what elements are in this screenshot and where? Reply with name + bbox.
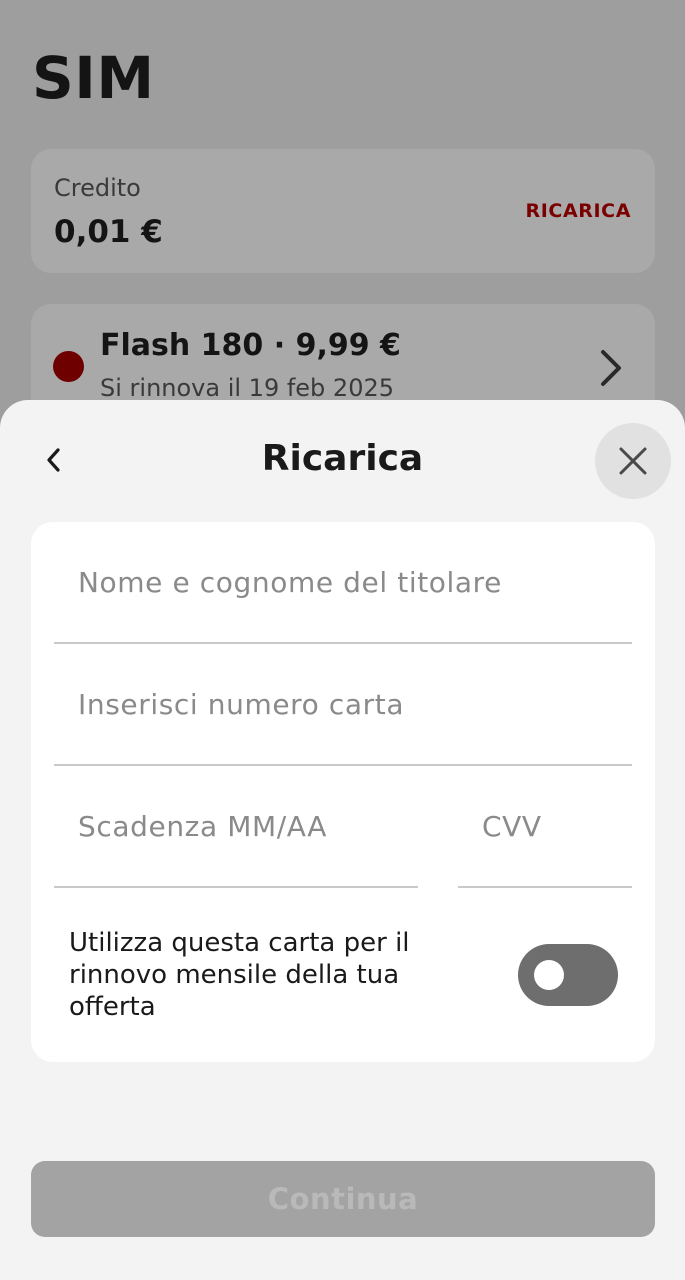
cvv-field	[458, 766, 632, 888]
close-button[interactable]	[595, 423, 671, 499]
recharge-link[interactable]: RICARICA	[526, 200, 632, 222]
recharge-sheet: Ricarica Utilizza questa carta per il ri…	[0, 400, 685, 1280]
credit-label: Credito	[54, 174, 141, 202]
plan-status-dot	[53, 351, 84, 382]
card-number-field	[54, 644, 632, 766]
holder-name-input[interactable]	[54, 522, 632, 642]
page-title: SIM	[32, 44, 155, 112]
plan-renewal-date: Si rinnova il 19 feb 2025	[100, 374, 394, 402]
save-card-label: Utilizza questa carta per il rinnovo men…	[69, 928, 410, 1022]
save-card-toggle[interactable]	[518, 944, 618, 1006]
plan-name: Flash 180 · 9,99 €	[100, 328, 401, 363]
holder-name-field	[54, 522, 632, 644]
expiry-input[interactable]	[54, 766, 418, 886]
close-icon	[619, 447, 647, 475]
toggle-knob	[534, 960, 564, 990]
card-number-input[interactable]	[54, 644, 632, 764]
continue-button[interactable]: Continua	[31, 1161, 655, 1237]
sheet-title: Ricarica	[261, 438, 424, 479]
chevron-right-icon	[601, 350, 621, 386]
expiry-field	[54, 766, 418, 888]
credit-value: 0,01 €	[54, 214, 163, 250]
payment-form: Utilizza questa carta per il rinnovo men…	[31, 522, 655, 1062]
credit-card: Credito 0,01 € RICARICA	[31, 149, 655, 273]
cvv-input[interactable]	[458, 766, 632, 886]
